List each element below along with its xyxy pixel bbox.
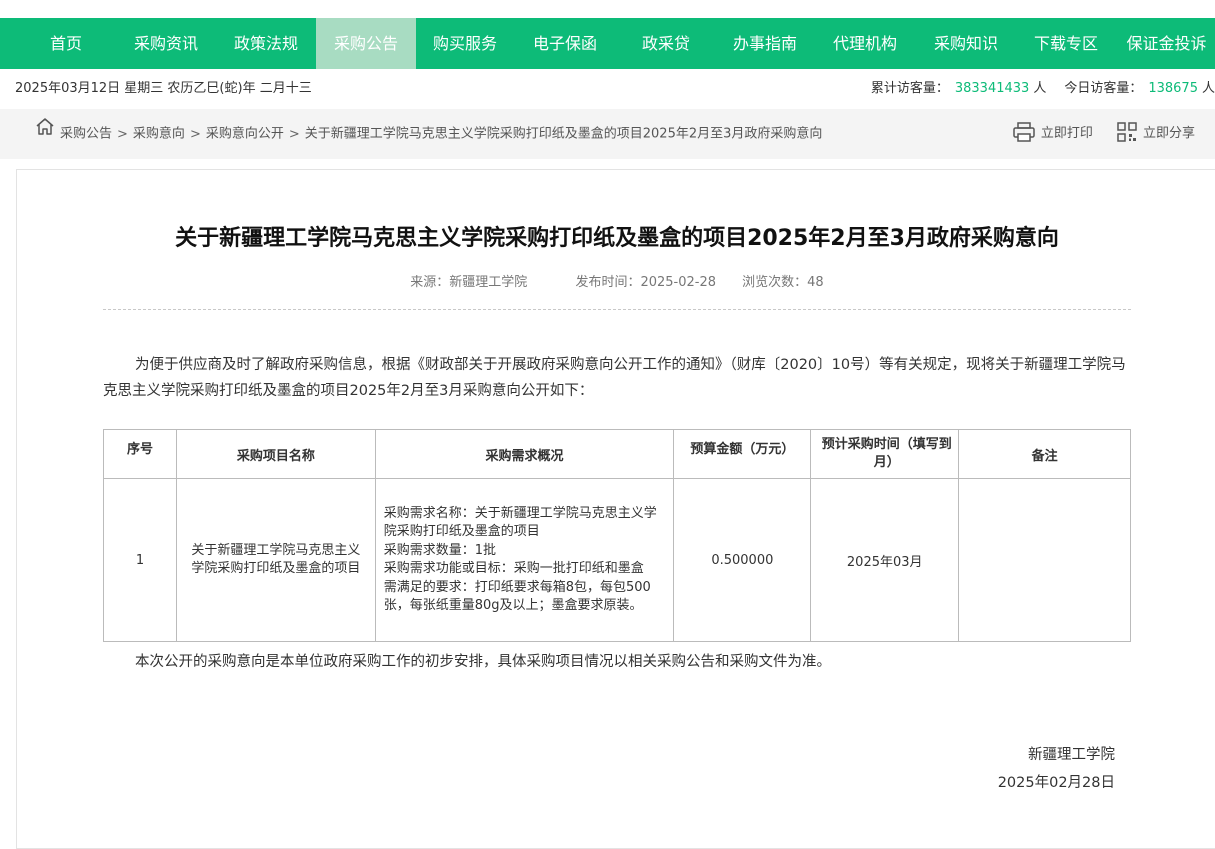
demand-name: 采购需求名称：关于新疆理工学院马克思主义学院采购打印纸及墨盒的项目 — [383, 505, 657, 540]
total-visits-value: 383341433 — [954, 81, 1030, 96]
article-meta: 来源：新疆理工学院 发布时间：2025-02-28 浏览次数：48 — [17, 271, 1215, 290]
article-title: 关于新疆理工学院马克思主义学院采购打印纸及墨盒的项目2025年2月至3月政府采购… — [175, 226, 1059, 251]
qr-code-icon — [1117, 121, 1137, 142]
header-time: 预计采购时间（填写到月） — [810, 429, 960, 479]
total-visits-label: 累计访客量： — [870, 81, 949, 96]
print-button[interactable]: 立即打印 — [1013, 109, 1093, 159]
breadcrumb-current: 关于新疆理工学院马克思主义学院采购打印纸及墨盒的项目2025年2月至3月政府采购… — [304, 126, 823, 142]
cell-time: 2025年03月 — [810, 478, 960, 642]
page-tools: 立即打印 立即分享 — [993, 109, 1195, 159]
visitor-stats: 累计访客量： 383341433 人今日访客量： 138675 人 — [871, 69, 1215, 109]
nav-item-policy[interactable]: 政策法规 — [226, 18, 306, 69]
nav-item-agencies[interactable]: 代理机构 — [825, 18, 905, 69]
cell-project-name: 关于新疆理工学院马克思主义学院采购打印纸及墨盒的项目 — [175, 478, 376, 642]
current-date: 2025年03月12日 星期三 农历乙巳(蛇)年 二月十三 — [15, 81, 312, 96]
cell-budget: 0.500000 — [673, 478, 812, 642]
cell-index: 1 — [103, 478, 177, 642]
header-note: 备注 — [958, 429, 1131, 479]
total-visits-unit: 人 — [1033, 81, 1047, 96]
nav-item-e-guarantee[interactable]: 电子保函 — [525, 18, 605, 69]
breadcrumb-intent[interactable]: 采购意向 — [133, 127, 185, 142]
table-header-row: 序号 采购项目名称 采购需求概况 预算金额（万元） 预计采购时间（填写到月） 备… — [103, 429, 1131, 479]
nav-item-complaint[interactable]: 保证金投诉 — [1118, 18, 1215, 69]
article-publish-time: 发布时间：2025-02-28 — [575, 275, 717, 290]
cell-note — [958, 478, 1131, 642]
demand-requirement: 需满足的要求：打印纸要求每箱8包，每包500张，每张纸重量80g及以上；墨盒要求… — [383, 579, 651, 614]
header-demand: 采购需求概况 — [374, 429, 675, 479]
breadcrumb-separator: > — [288, 126, 300, 142]
breadcrumb-separator: > — [189, 126, 201, 142]
nav-item-announcements[interactable]: 采购公告 — [316, 18, 416, 69]
breadcrumb-bar: 采购公告 > 采购意向 > 采购意向公开 > 关于新疆理工学院马克思主义学院采购打印纸及墨盒… — [0, 109, 1215, 159]
nav-item-guide[interactable]: 办事指南 — [725, 18, 805, 69]
procurement-table: 序号 采购项目名称 采购需求概况 预算金额（万元） 预计采购时间（填写到月） 备… — [103, 429, 1131, 642]
main-nav: 首页 采购资讯 政策法规 采购公告 购买服务 电子保函 政采贷 办事指南 代理机… — [0, 18, 1215, 69]
closing-paragraph: 本次公开的采购意向是本单位政府采购工作的初步安排，具体采购项目情况以相关采购公告… — [135, 654, 831, 670]
demand-goal: 采购需求功能或目标：采购一批打印纸和墨盒 — [383, 561, 644, 576]
share-label: 立即分享 — [1142, 126, 1195, 141]
header-project-name: 采购项目名称 — [175, 429, 376, 479]
nav-item-home[interactable]: 首页 — [26, 18, 106, 69]
nav-item-news[interactable]: 采购资讯 — [126, 18, 206, 69]
sign-date: 2025年02月28日 — [997, 775, 1115, 791]
cell-demand: 采购需求名称：关于新疆理工学院马克思主义学院采购打印纸及墨盒的项目 采购需求数量… — [374, 478, 675, 642]
nav-item-loan[interactable]: 政采贷 — [626, 18, 706, 69]
demand-quantity: 采购需求数量：1批 — [383, 542, 496, 558]
info-bar: 2025年03月12日 星期三 农历乙巳(蛇)年 二月十三 累计访客量： 3833… — [0, 69, 1215, 109]
signature: 新疆理工学院 2025年02月28日 — [998, 741, 1115, 797]
article-panel: 关于新疆理工学院马克思主义学院采购打印纸及墨盒的项目2025年2月至3月政府采购… — [16, 169, 1215, 849]
nav-item-services[interactable]: 购买服务 — [425, 18, 505, 69]
breadcrumb: 采购公告 > 采购意向 > 采购意向公开 > 关于新疆理工学院马克思主义学院采购打印纸及墨盒… — [36, 109, 822, 160]
header-budget: 预算金额（万元） — [673, 429, 812, 479]
nav-item-downloads[interactable]: 下载专区 — [1026, 18, 1106, 69]
breadcrumb-intent-public[interactable]: 采购意向公开 — [206, 127, 284, 142]
today-visits-value: 138675 — [1148, 81, 1198, 96]
title-divider — [103, 309, 1131, 310]
table-row: 1 关于新疆理工学院马克思主义学院采购打印纸及墨盒的项目 采购需求名称：关于新疆… — [103, 478, 1131, 642]
home-icon[interactable] — [36, 107, 54, 157]
print-label: 立即打印 — [1040, 126, 1093, 141]
printer-icon — [1013, 121, 1035, 142]
header-index: 序号 — [103, 429, 177, 479]
today-visits-unit: 人 — [1201, 81, 1215, 96]
article-source: 来源：新疆理工学院 — [410, 275, 528, 290]
intro-paragraph: 为便于供应商及时了解政府采购信息，根据《财政部关于开展政府采购意向公开工作的通知… — [103, 357, 1126, 399]
nav-item-knowledge[interactable]: 采购知识 — [926, 18, 1006, 69]
breadcrumb-separator: > — [117, 126, 128, 142]
breadcrumb-announcements[interactable]: 采购公告 — [60, 127, 112, 142]
today-visits-label: 今日访客量： — [1064, 81, 1143, 96]
signer-name: 新疆理工学院 — [1028, 747, 1115, 763]
top-strip — [0, 0, 1215, 18]
share-button[interactable]: 立即分享 — [1117, 109, 1195, 159]
article-views: 浏览次数：48 — [742, 275, 824, 290]
